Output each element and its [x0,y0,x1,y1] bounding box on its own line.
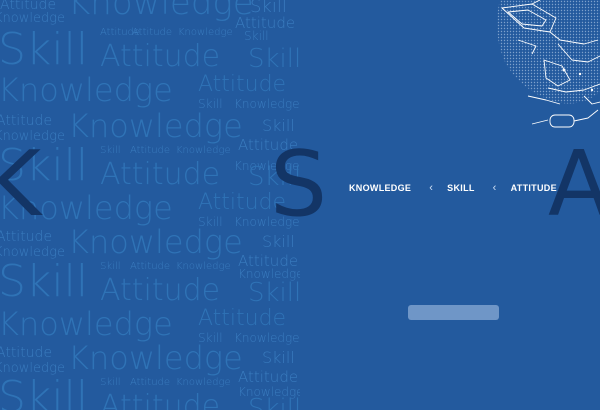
pattern-word-attitude: Attitude [130,377,171,388]
sketch-illustration [496,0,600,128]
action-button[interactable] [408,305,499,320]
pattern-word-attitude: Attitude [100,39,221,74]
pattern-word-skill: Skill [100,145,121,156]
pattern-word-attitude: Attitude [100,389,221,410]
pattern-word-skill: Skill [248,44,300,74]
pattern-word-attitude: Attitude [198,306,287,331]
pattern-word-knowledge: Knowledge [234,331,300,345]
pattern-word-skill: Skill [0,256,89,307]
pattern-word-skill: Skill [0,24,89,75]
pattern-word-attitude: Attitude [132,27,173,38]
pattern-word-skill: Skill [0,372,89,410]
pattern-word-attitude: Attitude [0,113,53,129]
pattern-word-skill: Skill [244,29,269,43]
pattern-word-knowledge: Knowledge [68,107,243,145]
pattern-word-knowledge: Knowledge [234,97,300,111]
pattern-word-attitude: Attitude [0,345,53,361]
word-pattern-background: Knowledge Attitude Skill Knowledge Attitude S… [0,0,300,410]
pattern-word-attitude: Attitude [100,273,221,308]
pattern-word-attitude: Attitude [238,368,299,386]
pattern-word-skill: Skill [100,261,121,272]
nav-menu: KNOWLEDGE ‹ SKILL ‹ ATTITUDE [349,181,557,195]
big-letter-k: K [0,132,42,237]
pattern-word-attitude: Attitude [130,145,171,156]
hero-stage: Knowledge Attitude Skill Knowledge Attitude S… [0,0,600,410]
pattern-word-knowledge: Knowledge [176,145,231,156]
nav-item-knowledge[interactable]: KNOWLEDGE [349,183,411,193]
pattern-word-knowledge: Knowledge [68,223,243,261]
pattern-word-attitude: Attitude [100,157,221,192]
pattern-word-knowledge: Knowledge [176,261,231,272]
chevron-left-icon: ‹ [492,181,497,194]
pattern-word-knowledge: Knowledge [0,305,173,343]
pattern-word-knowledge: Knowledge [0,71,173,109]
nav-item-attitude[interactable]: ATTITUDE [511,183,557,193]
nav-item-skill[interactable]: SKILL [447,183,475,193]
pattern-word-attitude: Attitude [130,261,171,272]
pattern-word-skill: Skill [248,394,300,410]
chevron-left-icon: ‹ [429,181,434,194]
pattern-word-knowledge: Knowledge [176,377,231,388]
pattern-word-knowledge: Knowledge [68,339,243,377]
pattern-word-attitude: Attitude [198,72,287,97]
pattern-word-knowledge: Knowledge [178,27,233,38]
pattern-word-skill: Skill [262,348,295,367]
pattern-word-skill: Skill [248,278,300,308]
big-letter-s: S [270,132,328,237]
pattern-word-knowledge: Knowledge [68,0,254,23]
pattern-word-skill: Skill [100,377,121,388]
